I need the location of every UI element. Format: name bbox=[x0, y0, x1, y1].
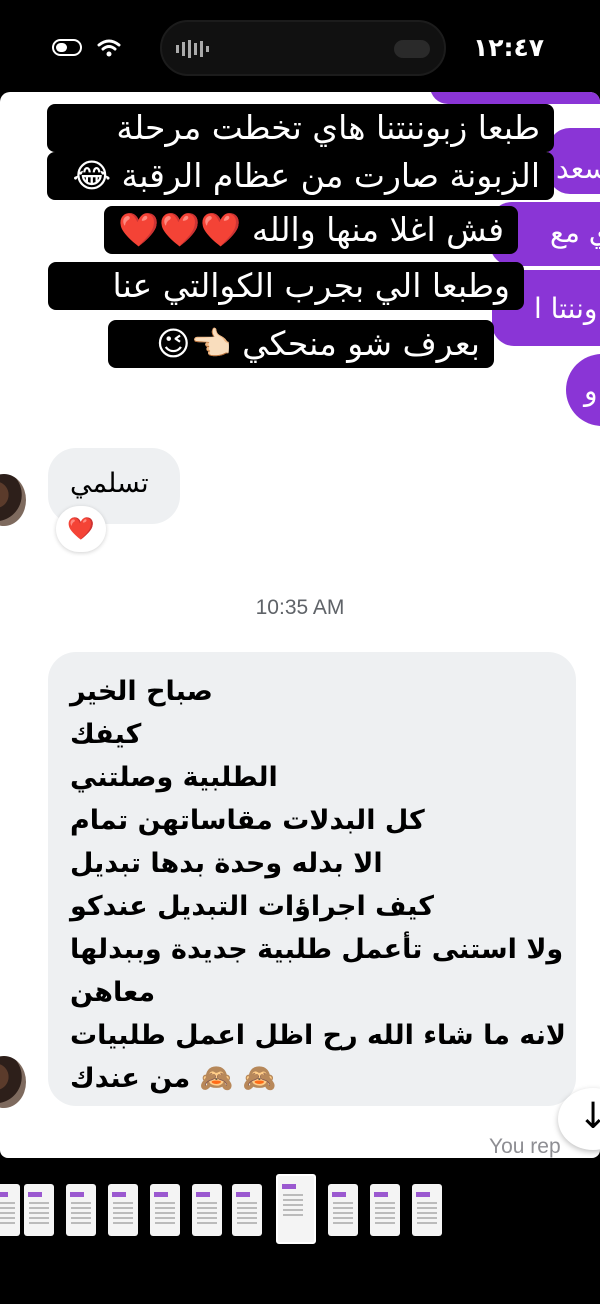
thumbnail[interactable] bbox=[412, 1184, 442, 1236]
sent-bubble-1: سعد bbox=[548, 128, 600, 194]
thumbnail-selected[interactable] bbox=[276, 1174, 316, 1244]
sent-bubble-2-text: ي مع bbox=[550, 216, 600, 249]
message-line: صباح الخير bbox=[70, 676, 213, 707]
timestamp: 10:35 AM bbox=[255, 596, 345, 619]
status-bar: ١٢:٤٧ bbox=[0, 0, 600, 92]
story-reply[interactable]: طبعا زبوننتنا هاي تخطت مرحلة الزبونة صار… bbox=[47, 104, 554, 386]
story-line: طبعا زبوننتنا هاي تخطت مرحلة bbox=[47, 104, 554, 152]
message-line: كل البدلات مقاساتهن تمام bbox=[70, 805, 425, 836]
message-line: ولا استنى تأعمل طلبية جديدة وببدلها bbox=[70, 934, 564, 965]
story-line: فش اغلا منها والله ❤️❤️❤️ bbox=[104, 206, 518, 254]
avatar[interactable] bbox=[0, 474, 26, 526]
chat-thread[interactable]: سعد ي مع وننتا ا و طبعا زبوننتنا هاي تخط… bbox=[0, 92, 600, 1158]
heart-reaction[interactable]: ❤️ bbox=[56, 506, 106, 552]
message-line: لانه ما شاء الله رح اظل اعمل طلبيات bbox=[70, 1020, 567, 1051]
thumbnail[interactable] bbox=[192, 1184, 222, 1236]
thumbnail[interactable] bbox=[24, 1184, 54, 1236]
avatar[interactable] bbox=[0, 1056, 26, 1108]
audio-waveform-icon bbox=[176, 40, 209, 58]
sent-bubble-1-text: سعد bbox=[556, 152, 600, 185]
received-message-long[interactable]: صباح الخير كيفك الطلبية وصلتني كل البدلا… bbox=[48, 652, 576, 1106]
dynamic-island bbox=[160, 20, 446, 76]
message-line: كيف اجراؤات التبديل عندكو bbox=[70, 891, 434, 922]
wifi-icon bbox=[97, 39, 121, 57]
message-line: الا بدله وحدة بدها تبديل bbox=[70, 848, 383, 879]
you-replied-label: You rep bbox=[489, 1135, 561, 1158]
battery-icon bbox=[52, 39, 82, 56]
thumbnail[interactable] bbox=[66, 1184, 96, 1236]
sent-bubble-top bbox=[430, 92, 600, 104]
sent-bubble-4-text: و bbox=[584, 374, 598, 407]
arrow-down-icon: ↓ bbox=[578, 1096, 600, 1137]
story-line: الزبونة صارت من عظام الرقبة 😂 bbox=[47, 152, 554, 200]
message-line: كيفك bbox=[70, 719, 142, 750]
thumbnail[interactable] bbox=[108, 1184, 138, 1236]
thumbnail[interactable] bbox=[328, 1184, 358, 1236]
status-time: ١٢:٤٧ bbox=[472, 33, 544, 62]
thumbnail[interactable] bbox=[150, 1184, 180, 1236]
story-line: بعرف شو منحكي 👈🏻😉 bbox=[108, 320, 494, 368]
story-line: وطبعا الي بجرب الكوالتي عنا bbox=[48, 262, 524, 310]
thumbnail[interactable] bbox=[232, 1184, 262, 1236]
message-text: تسلمي bbox=[70, 468, 149, 499]
message-line: الطلبية وصلتني bbox=[70, 762, 278, 793]
thumbnail[interactable] bbox=[370, 1184, 400, 1236]
screenshot-thumbnail-strip[interactable] bbox=[0, 1158, 600, 1304]
message-line: من عندك 🙈 🙈 bbox=[70, 1063, 277, 1094]
message-line: معاهن bbox=[70, 977, 156, 1008]
island-indicator bbox=[394, 40, 430, 58]
thumbnail[interactable] bbox=[0, 1184, 20, 1236]
sent-bubble-4: و bbox=[566, 354, 600, 426]
